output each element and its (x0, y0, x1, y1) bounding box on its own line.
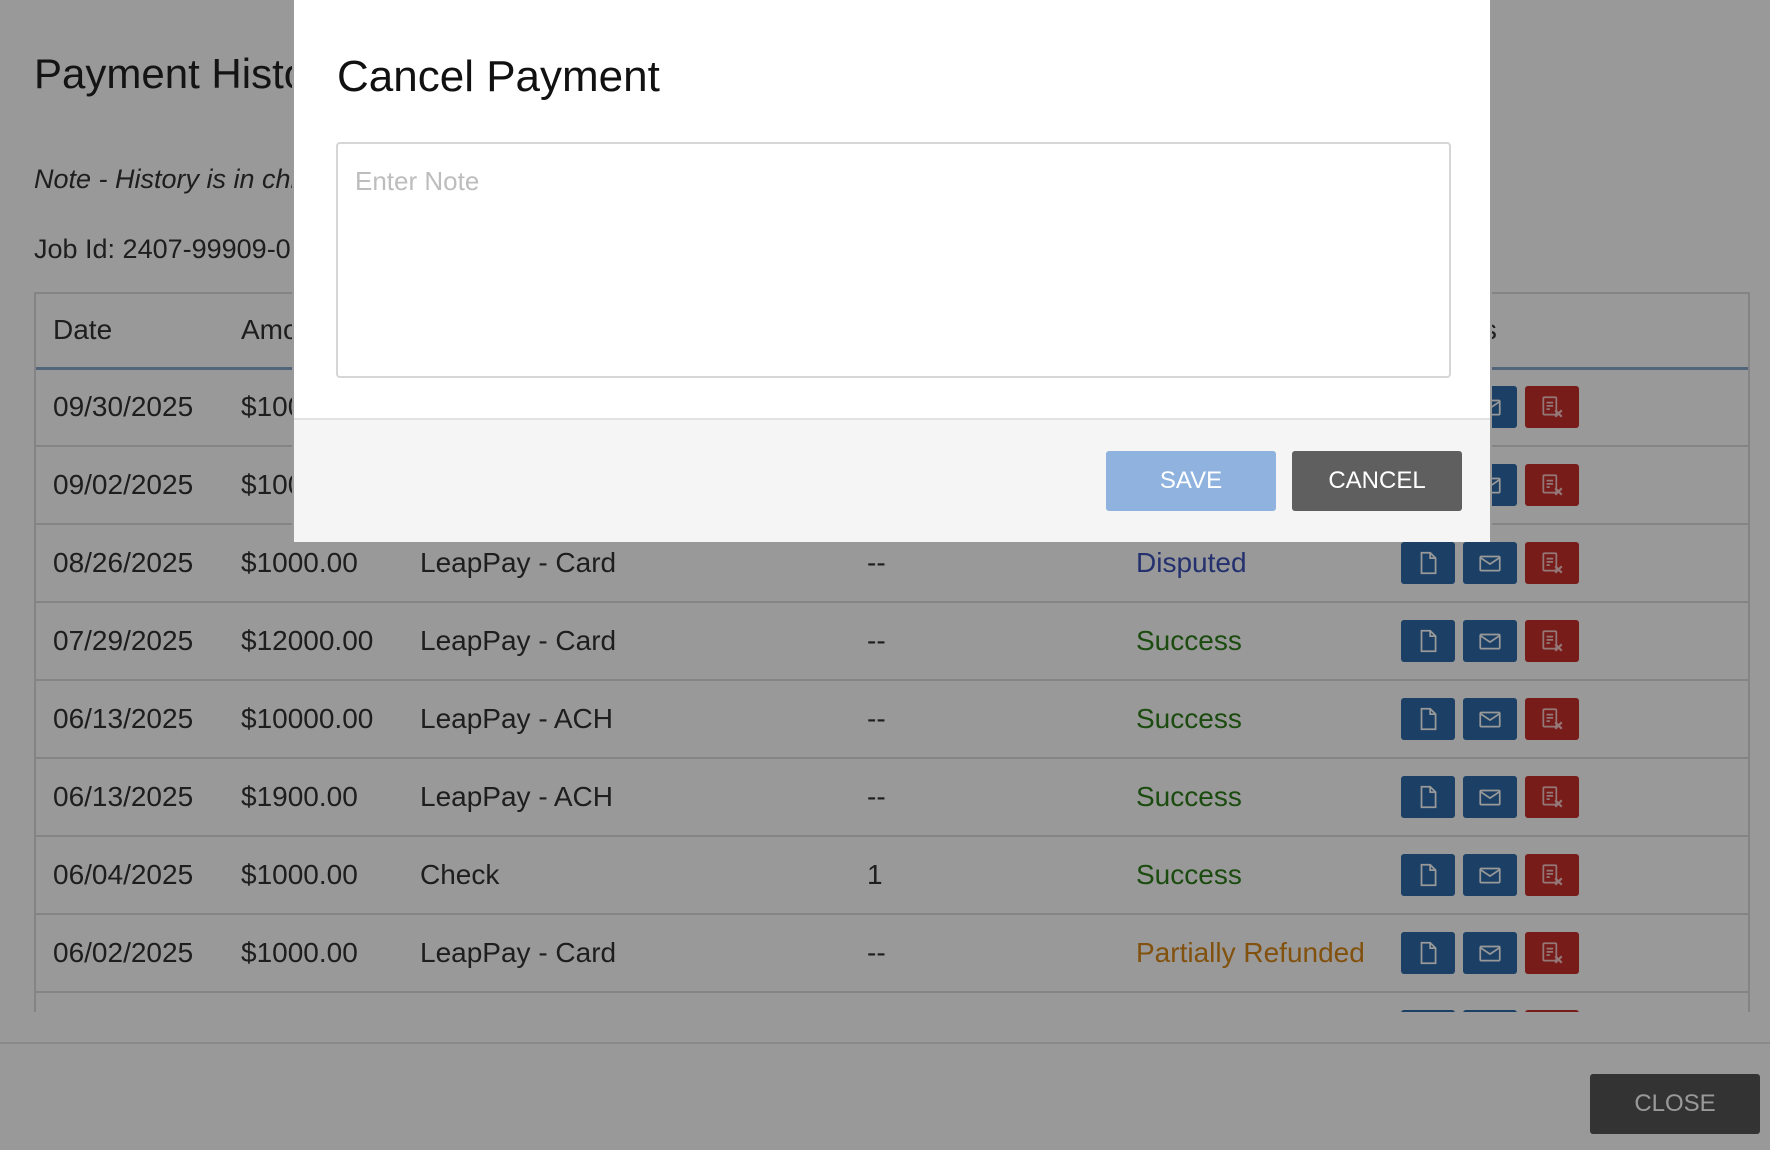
note-textarea[interactable] (336, 142, 1451, 378)
modal-title: Cancel Payment (337, 52, 660, 101)
modal-footer: SAVE CANCEL (294, 418, 1490, 542)
cancel-payment-modal: Cancel Payment SAVE CANCEL (292, 0, 1492, 542)
cancel-button[interactable]: CANCEL (1292, 451, 1462, 511)
save-button[interactable]: SAVE (1106, 451, 1276, 511)
